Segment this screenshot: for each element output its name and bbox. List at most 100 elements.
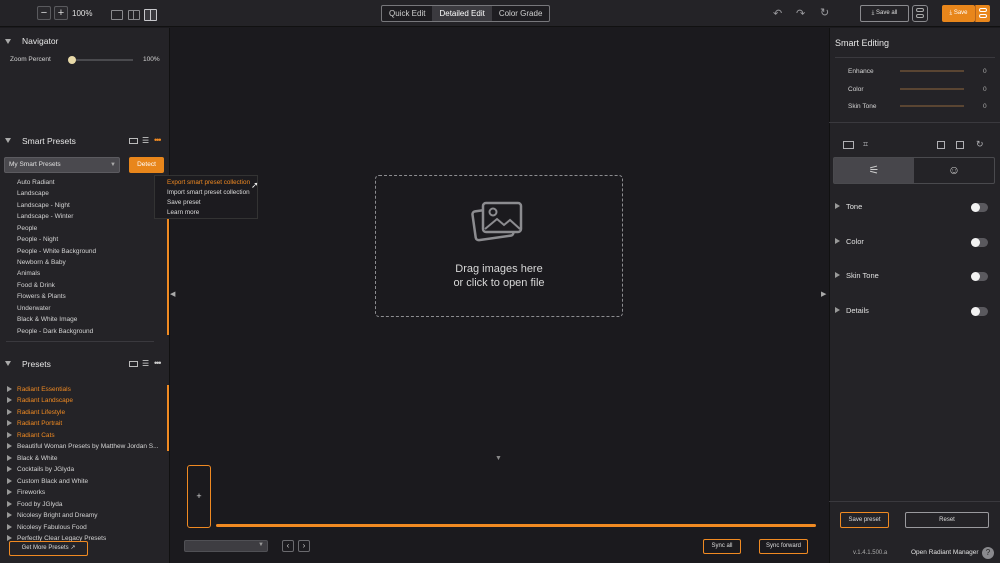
skin-tone-toggle[interactable] bbox=[971, 272, 988, 281]
collapse-smart-presets-icon[interactable] bbox=[5, 138, 11, 143]
more-icon[interactable]: ••• bbox=[154, 135, 162, 145]
preset-group[interactable]: Radiant Essentials bbox=[17, 386, 162, 393]
filmstrip-scrollbar[interactable] bbox=[216, 524, 816, 527]
more-icon[interactable]: ••• bbox=[154, 358, 162, 368]
list-item[interactable]: Landscape - Winter bbox=[17, 213, 73, 220]
preset-group[interactable]: Beautiful Woman Presets by Matthew Jorda… bbox=[17, 443, 162, 450]
menu-item-import-collection[interactable]: Import smart preset collection bbox=[167, 188, 257, 198]
zoom-in-button[interactable]: + bbox=[54, 6, 68, 20]
reset-button[interactable]: Reset bbox=[905, 512, 989, 528]
skin-tone-slider[interactable] bbox=[900, 105, 964, 107]
previous-image-button[interactable]: ‹ bbox=[282, 540, 294, 552]
sync-forward-button[interactable]: Sync forward bbox=[759, 539, 808, 554]
tab-quick-edit[interactable]: Quick Edit bbox=[382, 6, 432, 21]
save-all-button[interactable]: ⤓ Save all bbox=[860, 5, 909, 22]
smart-preset-collection-select[interactable]: My Smart Presets ▼ bbox=[4, 157, 120, 173]
collapse-filmstrip-icon[interactable]: ▼ bbox=[495, 455, 502, 462]
grid-view-icon[interactable] bbox=[129, 138, 138, 144]
flip-vertical-icon[interactable] bbox=[937, 141, 945, 149]
preset-group[interactable]: Radiant Lifestyle bbox=[17, 409, 162, 416]
smart-presets-scrollbar[interactable] bbox=[167, 215, 169, 335]
tab-color-grade[interactable]: Color Grade bbox=[492, 6, 550, 21]
preset-group[interactable]: Nicolesy Fabulous Food bbox=[17, 524, 162, 531]
open-radiant-manager-link[interactable]: Open Radiant Manager bbox=[911, 549, 979, 556]
compare-view-icon[interactable] bbox=[144, 9, 157, 21]
filmstrip-sort-select[interactable]: ▼ bbox=[184, 540, 268, 552]
menu-item-learn-more[interactable]: Learn more bbox=[167, 208, 257, 218]
preset-group[interactable]: Fireworks bbox=[17, 489, 162, 496]
list-item[interactable]: Flowers & Plants bbox=[17, 293, 66, 300]
list-view-icon[interactable]: ☰ bbox=[142, 359, 149, 368]
sync-all-button[interactable]: Sync all bbox=[703, 539, 741, 554]
preset-group[interactable]: Cocktails by JGlyda bbox=[17, 466, 162, 473]
details-toggle[interactable] bbox=[971, 307, 988, 316]
preset-group[interactable]: Radiant Landscape bbox=[17, 397, 162, 404]
preset-group[interactable]: Black & White bbox=[17, 455, 162, 462]
save-preset-button[interactable]: Save preset bbox=[840, 512, 889, 528]
list-view-icon[interactable]: ☰ bbox=[142, 136, 149, 145]
details-section-label[interactable]: Details bbox=[846, 306, 869, 315]
expand-color-icon[interactable] bbox=[835, 238, 840, 244]
flip-horizontal-icon[interactable] bbox=[956, 141, 964, 149]
expand-icon[interactable] bbox=[7, 524, 12, 530]
preset-group[interactable]: Nicolesy Bright and Dreamy bbox=[17, 512, 162, 519]
list-item[interactable]: People bbox=[17, 225, 37, 232]
tab-detailed-edit[interactable]: Detailed Edit bbox=[432, 6, 492, 21]
preset-group[interactable]: Radiant Portrait bbox=[17, 420, 162, 427]
save-options-button[interactable] bbox=[975, 5, 990, 22]
color-slider[interactable] bbox=[900, 88, 964, 90]
collapse-right-panel-icon[interactable]: ▶ bbox=[821, 290, 826, 298]
add-image-button[interactable]: + bbox=[187, 465, 211, 528]
collapse-navigator-icon[interactable] bbox=[5, 39, 11, 44]
zoom-out-button[interactable]: − bbox=[37, 6, 51, 20]
list-item[interactable]: Newborn & Baby bbox=[17, 259, 66, 266]
list-item[interactable]: People - White Background bbox=[17, 248, 96, 255]
expand-icon[interactable] bbox=[7, 489, 12, 495]
tab-face[interactable]: ☺ bbox=[914, 158, 994, 183]
list-item[interactable]: People - Night bbox=[17, 236, 58, 243]
preset-group[interactable]: Food by JGlyda bbox=[17, 501, 162, 508]
single-view-icon[interactable] bbox=[111, 10, 123, 20]
detect-button[interactable]: Detect bbox=[129, 157, 164, 173]
crop-icon[interactable]: ⌗ bbox=[863, 139, 868, 150]
tone-section-label[interactable]: Tone bbox=[846, 202, 862, 211]
menu-item-export-collection[interactable]: Export smart preset collection bbox=[167, 178, 257, 188]
list-item[interactable]: Auto Radiant bbox=[17, 179, 55, 186]
expand-skin-tone-icon[interactable] bbox=[835, 272, 840, 278]
expand-icon[interactable] bbox=[7, 443, 12, 449]
presets-scrollbar[interactable] bbox=[167, 385, 169, 451]
collapse-presets-icon[interactable] bbox=[5, 361, 11, 366]
save-button[interactable]: ⤓ Save bbox=[942, 5, 975, 22]
list-item[interactable]: Food & Drink bbox=[17, 282, 55, 289]
redo-icon[interactable]: ↷ bbox=[796, 7, 805, 20]
help-icon[interactable]: ? bbox=[982, 547, 994, 559]
refresh-icon[interactable]: ↻ bbox=[820, 6, 829, 19]
preset-group[interactable]: Custom Black and White bbox=[17, 478, 162, 485]
expand-icon[interactable] bbox=[7, 455, 12, 461]
expand-tone-icon[interactable] bbox=[835, 203, 840, 209]
menu-item-save-preset[interactable]: Save preset bbox=[167, 198, 257, 208]
expand-details-icon[interactable] bbox=[835, 307, 840, 313]
undo-icon[interactable]: ↶ bbox=[773, 7, 782, 20]
list-item[interactable]: Landscape - Night bbox=[17, 202, 70, 209]
tab-adjustments[interactable]: ⚟ bbox=[834, 158, 914, 183]
zoom-slider-thumb[interactable] bbox=[68, 56, 76, 64]
color-toggle[interactable] bbox=[971, 238, 988, 247]
collapse-left-panel-icon[interactable]: ◀ bbox=[170, 290, 175, 298]
list-item[interactable]: Landscape bbox=[17, 190, 49, 197]
list-item[interactable]: Black & White Image bbox=[17, 316, 77, 323]
expand-icon[interactable] bbox=[7, 478, 12, 484]
preset-group[interactable]: Radiant Cats bbox=[17, 432, 162, 439]
rotate-icon[interactable]: ↻ bbox=[976, 139, 984, 150]
tone-toggle[interactable] bbox=[971, 203, 988, 212]
expand-icon[interactable] bbox=[7, 397, 12, 403]
skin-tone-section-label[interactable]: Skin Tone bbox=[846, 271, 879, 280]
toggle-compare-icon[interactable] bbox=[912, 5, 928, 22]
expand-icon[interactable] bbox=[7, 386, 12, 392]
get-more-presets-button[interactable]: Get More Presets ↗ bbox=[9, 541, 88, 556]
next-image-button[interactable]: › bbox=[298, 540, 310, 552]
enhance-slider[interactable] bbox=[900, 70, 964, 72]
list-item[interactable]: Animals bbox=[17, 270, 40, 277]
expand-icon[interactable] bbox=[7, 420, 12, 426]
split-view-icon[interactable] bbox=[128, 10, 140, 20]
